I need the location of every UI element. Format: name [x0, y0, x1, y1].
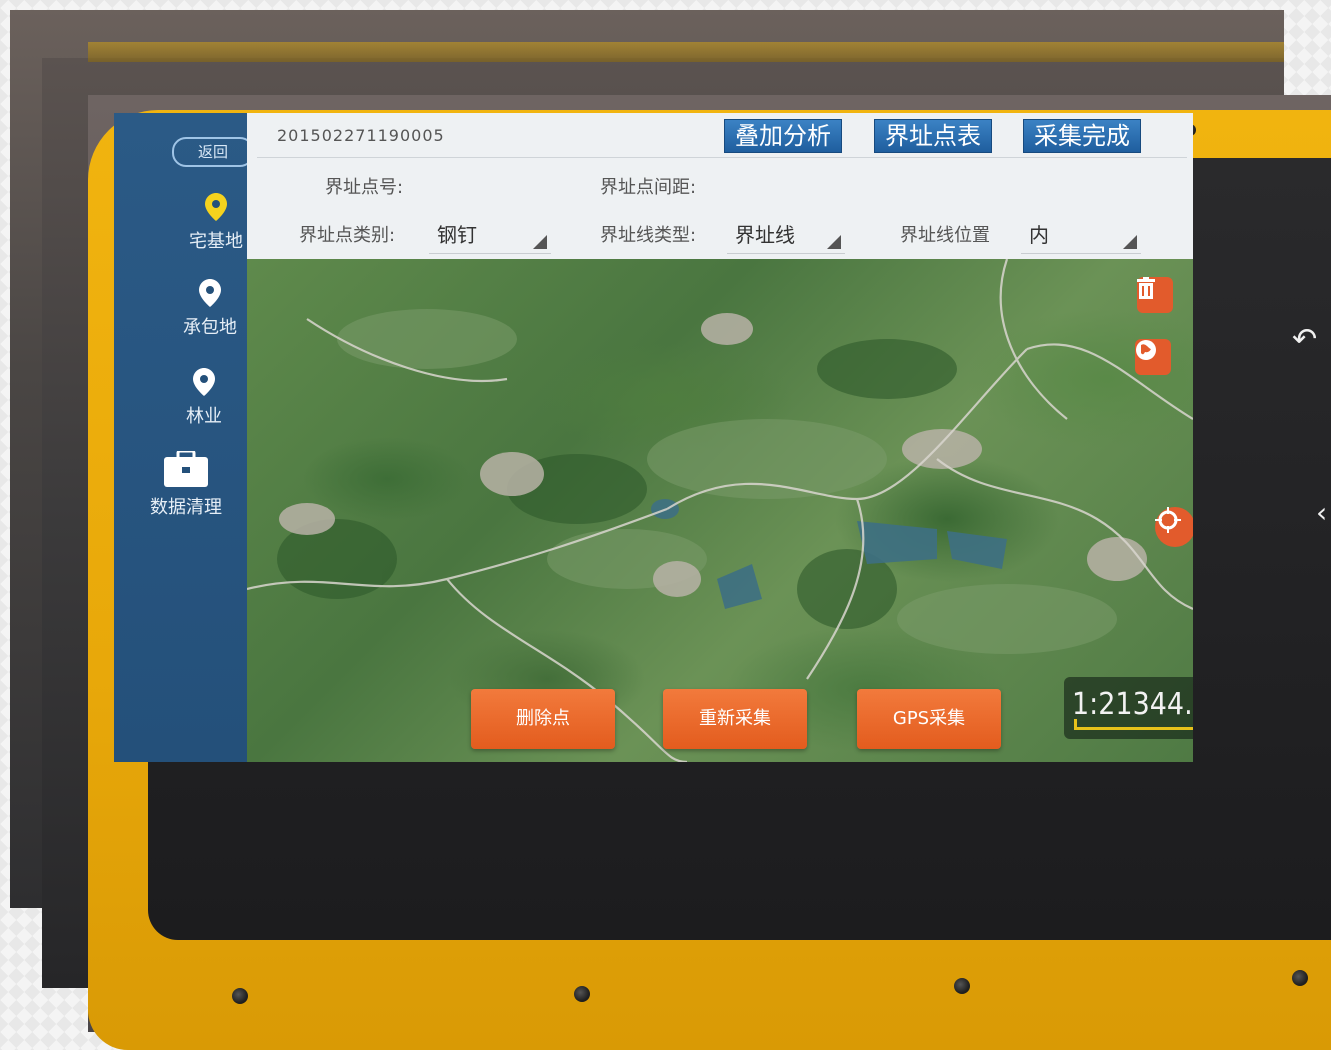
globe-icon	[1136, 340, 1156, 360]
case-edge-strip	[88, 42, 1284, 62]
screw-icon	[574, 986, 590, 1002]
boundary-points-table-button[interactable]: 界址点表	[874, 119, 992, 153]
line-position-select[interactable]: 内	[1029, 219, 1049, 248]
map-scale: 1:21344.52	[1064, 677, 1193, 739]
sidebar-item-label: 宅基地	[189, 231, 243, 252]
back-arrow-icon[interactable]: ↶	[1292, 322, 1317, 357]
screw-icon	[1292, 970, 1308, 986]
line-type-label: 界址线类型:	[600, 225, 697, 246]
dropdown-arrow-icon[interactable]	[533, 235, 547, 249]
delete-layer-button[interactable]	[1137, 277, 1173, 313]
line-position-underline	[1021, 253, 1141, 254]
line-type-underline	[727, 253, 845, 254]
sidebar-item-label: 数据清理	[150, 497, 222, 518]
delete-point-button[interactable]: 删除点	[471, 689, 615, 749]
gps-collect-button[interactable]: GPS采集	[857, 689, 1001, 749]
map-pin-icon	[205, 193, 227, 221]
trash-icon	[1137, 277, 1155, 299]
basemap-button[interactable]	[1135, 339, 1171, 375]
briefcase-icon	[164, 451, 208, 487]
locate-button[interactable]	[1155, 507, 1193, 547]
satellite-map[interactable]: 删除点 重新采集 GPS采集 1:21344.52	[247, 259, 1193, 762]
map-pin-icon	[193, 368, 215, 396]
app-screen: 返回 宅基地 承包地 林业 数据清理 201502271190005 叠加分析 …	[114, 113, 1193, 762]
sidebar-item-data-cleanup[interactable]: 数据清理	[126, 451, 246, 519]
map-pin-icon	[199, 279, 221, 307]
sidebar-item-label: 林业	[186, 406, 222, 427]
map-imagery	[247, 259, 1193, 762]
screw-icon	[954, 978, 970, 994]
back-button[interactable]: 返回	[172, 137, 254, 167]
collection-complete-button[interactable]: 采集完成	[1023, 119, 1141, 153]
screw-icon	[232, 988, 248, 1004]
recollect-button[interactable]: 重新采集	[663, 689, 807, 749]
point-type-select[interactable]: 钢钉	[437, 219, 477, 248]
scale-bar	[1074, 719, 1193, 730]
home-chevron-icon[interactable]: ‹	[1316, 496, 1327, 529]
dropdown-arrow-icon[interactable]	[1123, 235, 1137, 249]
point-type-underline	[429, 253, 551, 254]
locate-icon	[1155, 507, 1181, 533]
dropdown-arrow-icon[interactable]	[827, 235, 841, 249]
divider	[257, 157, 1187, 158]
boundary-form-panel: 201502271190005 叠加分析 界址点表 采集完成 界址点号: 界址点…	[247, 113, 1193, 259]
point-spacing-label: 界址点间距:	[600, 177, 697, 198]
sidebar-item-label: 承包地	[183, 317, 237, 338]
record-id: 201502271190005	[277, 126, 445, 145]
line-type-select[interactable]: 界址线	[735, 219, 795, 248]
sidebar-item-forestry[interactable]: 林业	[154, 368, 254, 428]
point-type-label: 界址点类别:	[299, 225, 396, 246]
point-no-label: 界址点号:	[325, 177, 404, 198]
overlay-analysis-button[interactable]: 叠加分析	[724, 119, 842, 153]
sidebar-item-contract-land[interactable]: 承包地	[160, 279, 260, 339]
line-position-label: 界址线位置	[900, 225, 990, 246]
sidebar: 返回 宅基地 承包地 林业 数据清理	[114, 113, 254, 762]
scale-value: 1:21344.52	[1072, 687, 1193, 722]
